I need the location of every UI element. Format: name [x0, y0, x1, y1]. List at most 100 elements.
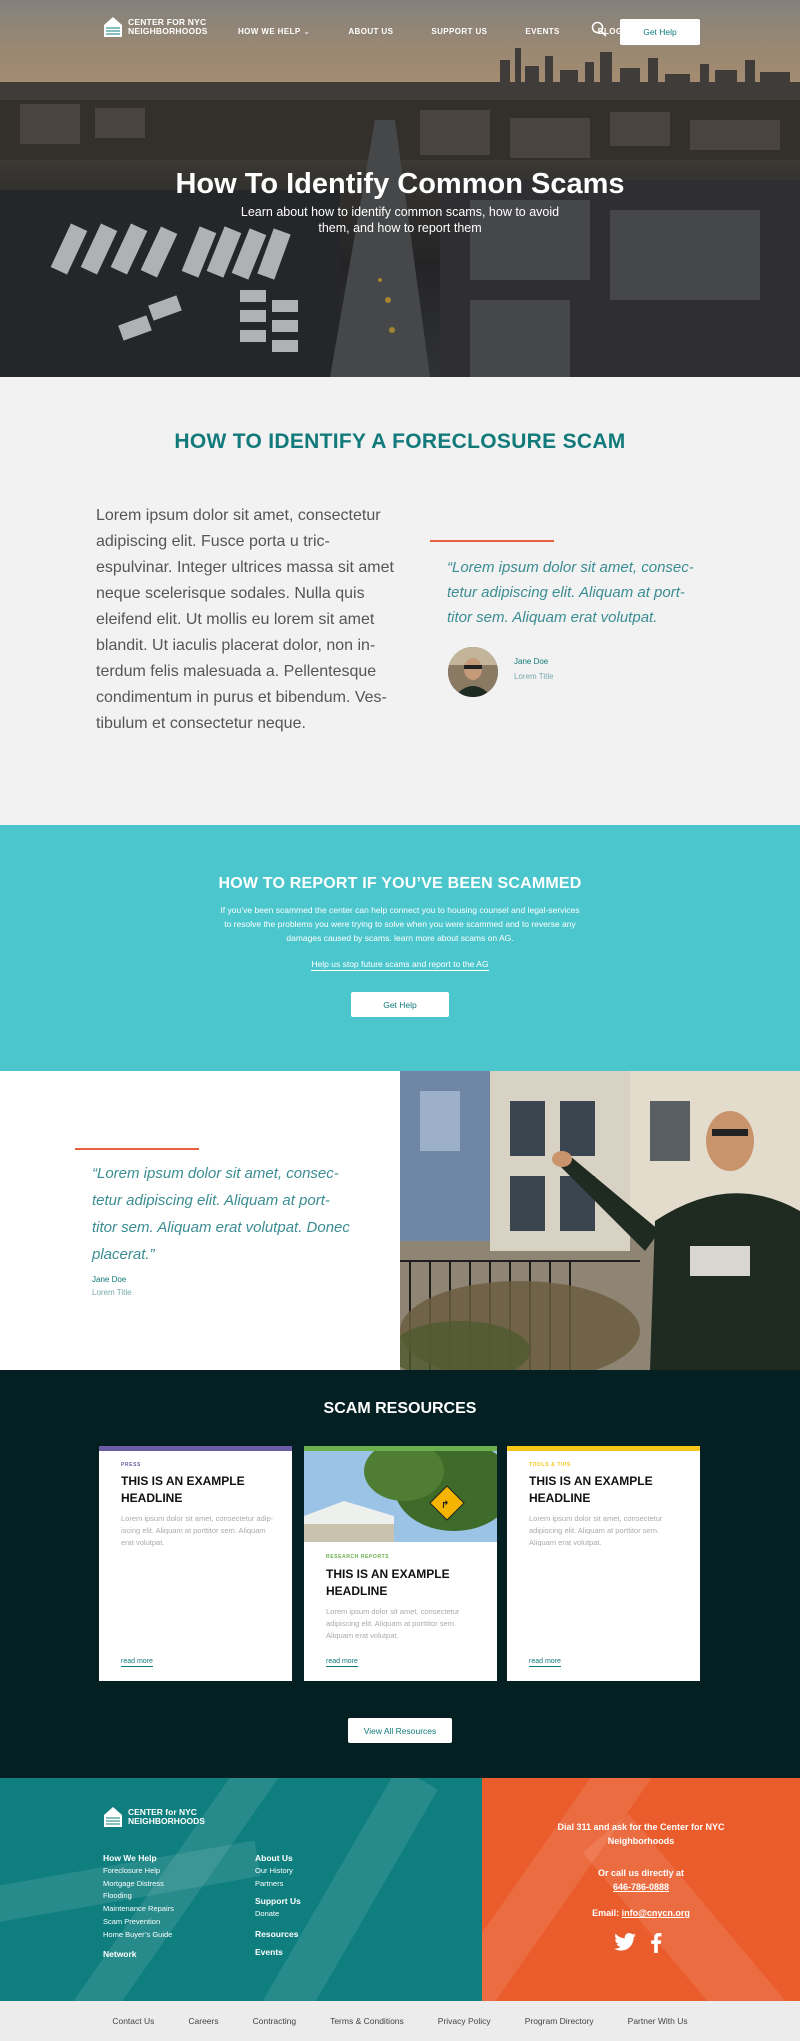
card-read-more-link[interactable]: read more	[529, 1658, 561, 1667]
card-category: TOOLS & TIPS	[529, 1462, 571, 1468]
view-all-resources-button[interactable]: View All Resources	[348, 1718, 452, 1743]
bottom-links-bar: Contact Us Careers Contracting Terms & C…	[0, 2001, 800, 2041]
footer-left-panel	[0, 1778, 482, 2001]
footer-social	[614, 1933, 662, 1953]
footer-heading-network[interactable]: Network	[103, 1949, 174, 1959]
footer-heading-support-us[interactable]: Support Us	[255, 1896, 301, 1906]
card-read-more-link[interactable]: read more	[326, 1658, 358, 1667]
footer-link[interactable]: Mortgage Distress	[103, 1878, 174, 1891]
footer-col-help: How We Help Foreclosure Help Mortgage Di…	[103, 1853, 174, 1961]
avatar-photo	[448, 647, 498, 697]
card-text: Lorem ipsum dolor sit amet, consectetur …	[326, 1607, 460, 1640]
bottom-link-contact-us[interactable]: Contact Us	[112, 2016, 154, 2026]
report-ag-link-wrap: Help us stop future scams and report to …	[0, 959, 800, 971]
get-help-button[interactable]: Get Help	[620, 19, 700, 45]
site-footer: CENTER for NYC NEIGHBORHOODS How We Help…	[0, 1778, 800, 2001]
card-read-more-link[interactable]: read more	[121, 1658, 153, 1667]
hero-section: CENTER for NYC NEIGHBORHOODS HOW WE HELP…	[0, 0, 800, 377]
logo-text: CENTER for NYC NEIGHBORHOODS	[128, 18, 208, 36]
facebook-icon[interactable]	[650, 1933, 662, 1953]
footer-phone-link[interactable]: 646-786-0888	[613, 1882, 669, 1892]
report-ag-link[interactable]: Help us stop future scams and report to …	[311, 959, 489, 971]
foreclosure-body: Lorem ipsum dolor sit amet, consectetur …	[96, 507, 394, 732]
foreclosure-heading: HOW TO IDENTIFY A FORECLOSURE SCAM	[174, 430, 626, 453]
quote-divider	[75, 1148, 199, 1150]
testimonial-photo	[400, 1071, 800, 1370]
nav-item-how-we-help[interactable]: HOW WE HELP ⌄	[238, 27, 310, 36]
man-pointing-photo	[400, 1071, 800, 1370]
avatar	[448, 647, 498, 697]
chevron-down-icon: ⌄	[300, 27, 311, 36]
footer-link[interactable]: Foreclosure Help	[103, 1865, 174, 1878]
resources-section: SCAM RESOURCES PRESS THIS IS AN EXAMPLE …	[0, 1370, 800, 1778]
bottom-link-privacy[interactable]: Privacy Policy	[438, 2016, 491, 2026]
resource-card[interactable]: TOOLS & TIPS THIS IS AN EXAMPLE HEADLINE…	[507, 1446, 700, 1681]
testimonial-section: “Lorem ipsum dolor sit amet, consec-tetu…	[0, 1071, 800, 1370]
resource-card[interactable]: PRESS THIS IS AN EXAMPLE HEADLINE Lorem …	[99, 1446, 292, 1681]
card-accent-bar	[507, 1446, 700, 1451]
footer-col-about: About Us Our History Partners Support Us…	[255, 1853, 301, 1959]
footer-heading-how-we-help[interactable]: How We Help	[103, 1853, 174, 1863]
author-title: Lorem Title	[92, 1288, 132, 1297]
resource-card[interactable]: ↱ RESEARCH REPORTS THIS IS AN EXAMPLE HE…	[304, 1446, 497, 1681]
author-name: Jane Doe	[92, 1275, 127, 1284]
nav-item-about-us[interactable]: ABOUT US	[348, 27, 393, 36]
author-name: Jane Doe	[514, 657, 549, 666]
logo-text: CENTER for NYC NEIGHBORHOODS	[128, 1808, 205, 1826]
card-image: ↱	[304, 1446, 497, 1542]
footer-link[interactable]: Maintenance Repairs	[103, 1903, 174, 1916]
street-sign-photo: ↱	[304, 1446, 497, 1542]
twitter-icon[interactable]	[614, 1933, 636, 1951]
logo-line2: NEIGHBORHOODS	[128, 1816, 205, 1826]
search-icon[interactable]	[591, 21, 607, 37]
report-paragraph: If you’ve been scammed the center can he…	[220, 905, 580, 943]
resources-heading: SCAM RESOURCES	[323, 1400, 477, 1417]
footer-heading-resources[interactable]: Resources	[255, 1929, 301, 1939]
footer-contact-phone-wrap: 646-786-0888	[482, 1880, 800, 1894]
card-category: PRESS	[121, 1462, 141, 1468]
top-nav: CENTER for NYC NEIGHBORHOODS HOW WE HELP…	[0, 16, 800, 52]
footer-logo[interactable]: CENTER for NYC NEIGHBORHOODS	[103, 1806, 205, 1828]
card-text: Lorem ipsum dolor sit amet, consectetur …	[529, 1514, 663, 1547]
footer-email-link[interactable]: info@cnycn.org	[622, 1908, 690, 1918]
bottom-link-program-directory[interactable]: Program Directory	[525, 2016, 594, 2026]
logo-house-icon	[104, 17, 122, 37]
footer-email-label: Email:	[592, 1908, 620, 1918]
footer-link[interactable]: Partners	[255, 1878, 301, 1891]
footer-heading-events[interactable]: Events	[255, 1947, 301, 1957]
bottom-link-partner[interactable]: Partner With Us	[628, 2016, 688, 2026]
foreclosure-section: HOW TO IDENTIFY A FORECLOSURE SCAM Lorem…	[0, 377, 800, 825]
nav-item-support-us[interactable]: SUPPORT US	[431, 27, 487, 36]
logo-house-icon	[104, 1807, 122, 1827]
footer-link[interactable]: Flooding	[103, 1890, 174, 1903]
card-accent-bar	[99, 1446, 292, 1451]
card-category: RESEARCH REPORTS	[326, 1554, 390, 1560]
hero-subtitle: Learn about how to identify common scams…	[240, 205, 560, 235]
card-accent-bar	[304, 1446, 497, 1451]
footer-contact-311: Dial 311 and ask for the Center for NYC …	[557, 1822, 725, 1846]
logo-line2: NEIGHBORHOODS	[128, 26, 208, 36]
footer-link[interactable]: Donate	[255, 1908, 301, 1921]
quote-divider	[430, 540, 554, 542]
foreclosure-quote: “Lorem ipsum dolor sit amet, consec-tetu…	[447, 559, 694, 626]
footer-link[interactable]: Our History	[255, 1865, 301, 1878]
report-get-help-button[interactable]: Get Help	[351, 992, 449, 1017]
hero-title: How To Identify Common Scams	[175, 168, 625, 200]
author-title: Lorem Title	[514, 672, 554, 681]
footer-contact-email-wrap: Email: info@cnycn.org	[482, 1906, 800, 1920]
bottom-link-careers[interactable]: Careers	[188, 2016, 218, 2026]
report-heading: HOW TO REPORT IF YOU’VE BEEN SCAMMED	[218, 875, 582, 892]
svg-text:↱: ↱	[441, 1500, 449, 1511]
bottom-link-contracting[interactable]: Contracting	[253, 2016, 296, 2026]
site-logo[interactable]: CENTER for NYC NEIGHBORHOODS	[103, 16, 208, 38]
nav-item-label: HOW WE HELP	[238, 27, 301, 36]
nav-item-events[interactable]: EVENTS	[525, 27, 559, 36]
footer-link[interactable]: Scam Prevention	[103, 1916, 174, 1929]
footer-contact-call: Or call us directly at	[597, 1868, 685, 1878]
bottom-link-terms[interactable]: Terms & Conditions	[330, 2016, 404, 2026]
testimonial-quote: “Lorem ipsum dolor sit amet, consec-tetu…	[92, 1165, 350, 1263]
footer-heading-about-us[interactable]: About Us	[255, 1853, 301, 1863]
footer-link[interactable]: Home Buyer’s Guide	[103, 1929, 174, 1942]
card-text: Lorem ipsum dolor sit amet, consectetur …	[121, 1514, 274, 1547]
report-section: HOW TO REPORT IF YOU’VE BEEN SCAMMED If …	[0, 825, 800, 1071]
